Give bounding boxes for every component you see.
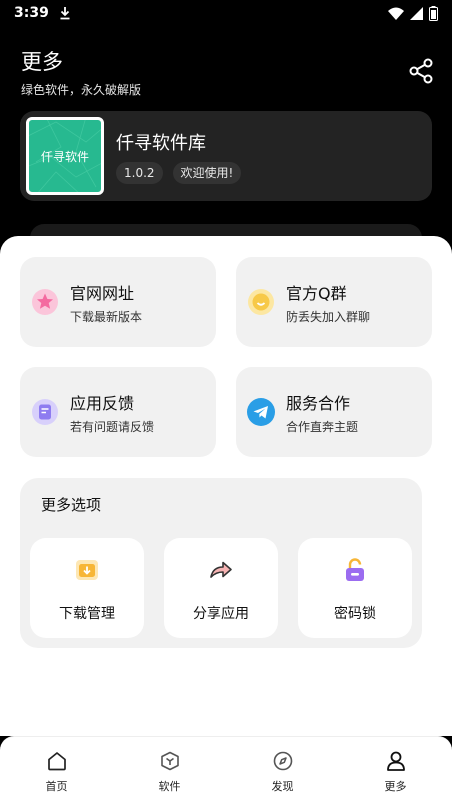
tile-title: 服务合作 (286, 394, 351, 413)
wifi-icon (388, 7, 404, 20)
share-arrow-icon (210, 561, 232, 578)
user-icon (386, 751, 405, 771)
status-time: 3:39 (14, 5, 49, 21)
welcome-badge: 欢迎使用! (172, 162, 242, 184)
option-label: 下载管理 (59, 606, 115, 622)
download-status-icon (60, 7, 70, 20)
bottom-navigation: 首页 软件 发现 更多 (0, 736, 452, 805)
compass-icon (273, 751, 292, 771)
share-icon[interactable] (408, 58, 434, 84)
nav-home[interactable]: 首页 (0, 737, 113, 805)
nav-discover[interactable]: 发现 (226, 737, 339, 805)
tile-desc: 防丢失加入群聊 (286, 310, 371, 324)
tile-official-qq-group[interactable]: 官方Q群 防丢失加入群聊 (236, 257, 432, 347)
signal-icon (410, 6, 423, 20)
tile-app-feedback[interactable]: 应用反馈 若有问题请反馈 (20, 367, 216, 457)
version-badge: 1.0.2 (116, 162, 163, 184)
tile-desc: 若有问题请反馈 (70, 420, 155, 434)
star-icon (32, 289, 58, 315)
nav-more[interactable]: 更多 (339, 737, 452, 805)
smile-icon (248, 289, 274, 315)
tile-title: 应用反馈 (70, 394, 135, 413)
battery-icon (429, 5, 438, 21)
tile-title: 官方Q群 (286, 284, 347, 303)
unlock-icon (346, 558, 364, 581)
option-label: 密码锁 (334, 606, 376, 622)
nav-label: 更多 (384, 780, 407, 793)
download-folder-icon (76, 560, 98, 580)
feedback-icon (32, 399, 58, 425)
app-logo: 仟寻软件 (26, 117, 104, 195)
nav-label: 首页 (45, 780, 68, 793)
app-name: 仟寻软件库 (116, 133, 206, 154)
option-download-manager[interactable]: 下载管理 (30, 538, 144, 638)
tile-title: 官网网址 (70, 284, 135, 303)
tile-desc: 合作直奔主题 (286, 420, 359, 434)
telegram-icon (247, 398, 275, 426)
option-share-app[interactable]: 分享应用 (164, 538, 278, 638)
nav-software[interactable]: 软件 (113, 737, 226, 805)
header: 更多 绿色软件，永久破解版 (21, 46, 434, 97)
app-logo-text: 仟寻软件 (40, 149, 89, 164)
tile-business-cooperation[interactable]: 服务合作 合作直奔主题 (236, 367, 432, 457)
nav-label: 软件 (158, 780, 181, 793)
page-title: 更多 (21, 50, 63, 74)
more-options-panel: 更多选项 下载管理 分享应用 密码锁 (20, 478, 422, 648)
option-password-lock[interactable]: 密码锁 (298, 538, 412, 638)
nav-label: 发现 (271, 780, 294, 793)
tile-official-website[interactable]: 官网网址 下载最新版本 (20, 257, 216, 347)
status-bar: 3:39 (0, 0, 452, 26)
more-options-title: 更多选项 (41, 496, 102, 514)
page-subtitle: 绿色软件，永久破解版 (21, 83, 142, 97)
home-icon (47, 752, 66, 771)
cube-icon (160, 751, 179, 771)
tile-desc: 下载最新版本 (70, 310, 143, 324)
option-label: 分享应用 (193, 606, 249, 622)
app-info-card[interactable]: 仟寻软件 仟寻软件库 1.0.2 欢迎使用! (20, 111, 432, 201)
